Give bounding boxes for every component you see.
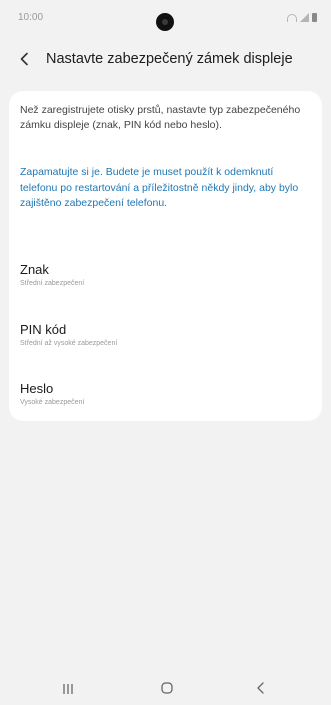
- recent-apps-icon[interactable]: [60, 682, 76, 694]
- page-title: Nastavte zabezpečený zámek displeje: [46, 51, 293, 67]
- back-arrow-icon[interactable]: [18, 52, 32, 66]
- signal-icon: [300, 13, 309, 22]
- option-subtitle: Střední až vysoké zabezpečení: [20, 340, 118, 347]
- lock-type-card: Než zaregistrujete otisky prstů, nastavt…: [9, 91, 322, 421]
- home-icon[interactable]: [160, 681, 174, 695]
- navigation-bar: [0, 670, 331, 705]
- option-pattern[interactable]: Znak Střední zabezpečení: [9, 262, 322, 302]
- option-subtitle: Vysoké zabezpečení: [20, 399, 85, 406]
- front-camera: [156, 13, 174, 31]
- option-subtitle: Střední zabezpečení: [20, 280, 85, 287]
- wifi-icon: [287, 14, 297, 22]
- status-time: 10:00: [18, 12, 44, 23]
- header: Nastavte zabezpečený zámek displeje: [0, 44, 331, 74]
- battery-icon: [312, 13, 317, 22]
- option-pin[interactable]: PIN kód Střední až vysoké zabezpečení: [9, 322, 322, 362]
- info-text: Než zaregistrujete otisky prstů, nastavt…: [20, 104, 301, 131]
- back-icon[interactable]: [254, 681, 268, 695]
- status-bar: 10:00: [0, 0, 331, 31]
- option-password[interactable]: Heslo Vysoké zabezpečení: [9, 381, 322, 421]
- option-title: PIN kód: [20, 322, 67, 337]
- status-icons: [287, 12, 317, 22]
- note-text: Zapamatujte si je. Budete je muset použí…: [20, 166, 299, 209]
- option-title: Heslo: [20, 381, 54, 396]
- option-title: Znak: [20, 262, 49, 277]
